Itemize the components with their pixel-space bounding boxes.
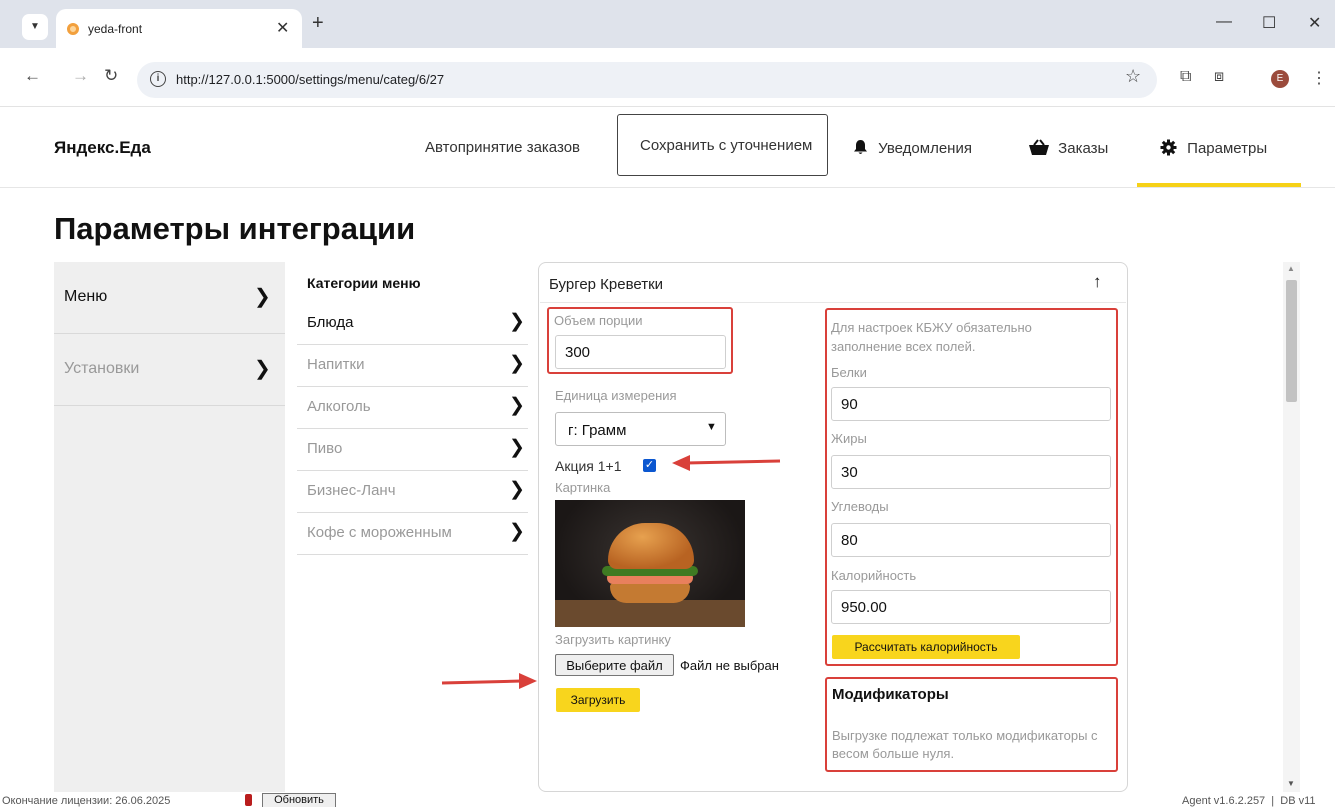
- license-status-badge: [245, 794, 252, 806]
- scrollbar-thumb[interactable]: [1286, 280, 1297, 402]
- card-divider: [540, 302, 1126, 303]
- upload-picture-label: Загрузить картинку: [555, 632, 671, 647]
- version-info: Agent v1.6.2.257 | DB v11: [1182, 795, 1316, 807]
- browser-menu-icon[interactable]: ⋮: [1311, 68, 1327, 88]
- forward-icon[interactable]: →: [72, 66, 89, 86]
- chevron-right-icon: ❯: [509, 353, 525, 374]
- profile-avatar[interactable]: E: [1271, 70, 1289, 88]
- categories-header: Категории меню: [307, 275, 421, 291]
- sidebar-item-label: Меню: [64, 288, 108, 305]
- bell-icon: [854, 140, 867, 154]
- favicon-icon: [67, 23, 79, 35]
- brand-logo: Яндекс.Еда: [54, 138, 151, 157]
- active-nav-indicator: [1137, 183, 1301, 187]
- picture-label: Картинка: [555, 480, 611, 495]
- gear-icon: [1160, 139, 1177, 156]
- extensions-icon[interactable]: ⧈: [1214, 68, 1224, 86]
- close-window-icon[interactable]: ✕: [1308, 13, 1321, 33]
- category-label: Блюда: [307, 314, 354, 331]
- choose-file-button[interactable]: Выберите файл: [555, 654, 674, 676]
- scroll-down-icon[interactable]: ▼: [1287, 779, 1295, 788]
- page-title: Параметры интеграции: [54, 211, 416, 246]
- collapse-arrow-icon[interactable]: ↑: [1093, 272, 1102, 292]
- tab-search-icon[interactable]: ▼: [22, 14, 48, 40]
- upload-button[interactable]: Загрузить: [556, 688, 640, 712]
- chevron-right-icon: ❯: [254, 286, 271, 308]
- reload-icon[interactable]: ↻: [104, 66, 118, 86]
- category-label: Напитки: [307, 356, 365, 373]
- unit-selected-value: г: Грамм: [568, 422, 627, 439]
- annotation-arrow-promo: [672, 455, 781, 471]
- category-item[interactable]: Напитки ❯: [297, 345, 528, 387]
- nav-label: Заказы: [1058, 140, 1109, 157]
- maximize-icon[interactable]: ☐: [1262, 13, 1276, 33]
- nav-parameters[interactable]: Параметры: [1160, 139, 1267, 157]
- category-item[interactable]: Кофе с мороженным ❯: [297, 513, 528, 555]
- nav-label: Уведомления: [878, 140, 972, 157]
- product-title: Бургер Креветки: [549, 276, 664, 293]
- tab-title: yeda-front: [88, 22, 143, 36]
- minimize-icon[interactable]: —: [1216, 13, 1232, 31]
- chevron-right-icon: ❯: [509, 395, 525, 416]
- bun-bottom: [610, 583, 690, 603]
- promo-label: Акция 1+1: [555, 458, 622, 474]
- annotation-box-portion: [547, 307, 733, 374]
- sidebar-item-menu[interactable]: Меню ❯: [54, 262, 285, 334]
- site-info-icon[interactable]: i: [150, 71, 166, 87]
- nav-orders[interactable]: Заказы: [1028, 139, 1108, 157]
- chevron-right-icon: ❯: [509, 521, 525, 542]
- bun-top: [608, 523, 694, 569]
- tab-close-icon[interactable]: ✕: [276, 18, 289, 38]
- scroll-up-icon[interactable]: ▲: [1287, 264, 1295, 273]
- auto-accept-link[interactable]: Автопринятие заказов: [425, 139, 580, 156]
- url-text[interactable]: http://127.0.0.1:5000/settings/menu/cate…: [176, 72, 444, 87]
- sidebar-item-label: Установки: [64, 360, 140, 377]
- annotation-box-kbju: [825, 308, 1118, 666]
- chevron-right-icon: ❯: [509, 437, 525, 458]
- category-item[interactable]: Бизнес-Ланч ❯: [297, 471, 528, 513]
- category-item[interactable]: Алкоголь ❯: [297, 387, 528, 429]
- back-icon[interactable]: ←: [24, 66, 41, 86]
- annotation-arrow-upload: [441, 673, 537, 689]
- dish-image: [555, 500, 745, 627]
- chevron-down-icon: ▼: [706, 421, 717, 433]
- license-expiry: Окончание лицензии: 26.06.2025: [2, 795, 171, 807]
- category-label: Пиво: [307, 440, 343, 457]
- new-tab-icon[interactable]: +: [312, 12, 324, 35]
- nav-notifications[interactable]: Уведомления: [853, 139, 972, 157]
- cast-icon[interactable]: ⧉: [1180, 68, 1191, 86]
- promo-checkbox[interactable]: ✓: [643, 459, 656, 472]
- basket-icon: [1029, 139, 1049, 155]
- chevron-right-icon: ❯: [509, 479, 525, 500]
- chevron-right-icon: ❯: [254, 358, 271, 380]
- unit-label: Единица измерения: [555, 388, 677, 403]
- annotation-box-modifiers: [825, 677, 1118, 772]
- category-item[interactable]: Блюда ❯: [297, 303, 528, 345]
- category-item[interactable]: Пиво ❯: [297, 429, 528, 471]
- category-label: Алкоголь: [307, 398, 371, 415]
- category-label: Кофе с мороженным: [307, 524, 452, 541]
- sidebar-item-settings[interactable]: Установки ❯: [54, 334, 285, 406]
- refresh-button[interactable]: Обновить: [262, 793, 336, 807]
- bookmark-star-icon[interactable]: ☆: [1125, 66, 1141, 87]
- browser-tab[interactable]: yeda-front ✕: [56, 9, 302, 48]
- save-with-clarification-button[interactable]: Сохранить с уточнением: [617, 114, 828, 176]
- nav-label: Параметры: [1187, 140, 1268, 157]
- chevron-right-icon: ❯: [509, 311, 525, 332]
- status-footer: [0, 792, 1335, 807]
- category-label: Бизнес-Ланч: [307, 482, 396, 499]
- no-file-text: Файл не выбран: [680, 658, 779, 673]
- board: [555, 600, 745, 627]
